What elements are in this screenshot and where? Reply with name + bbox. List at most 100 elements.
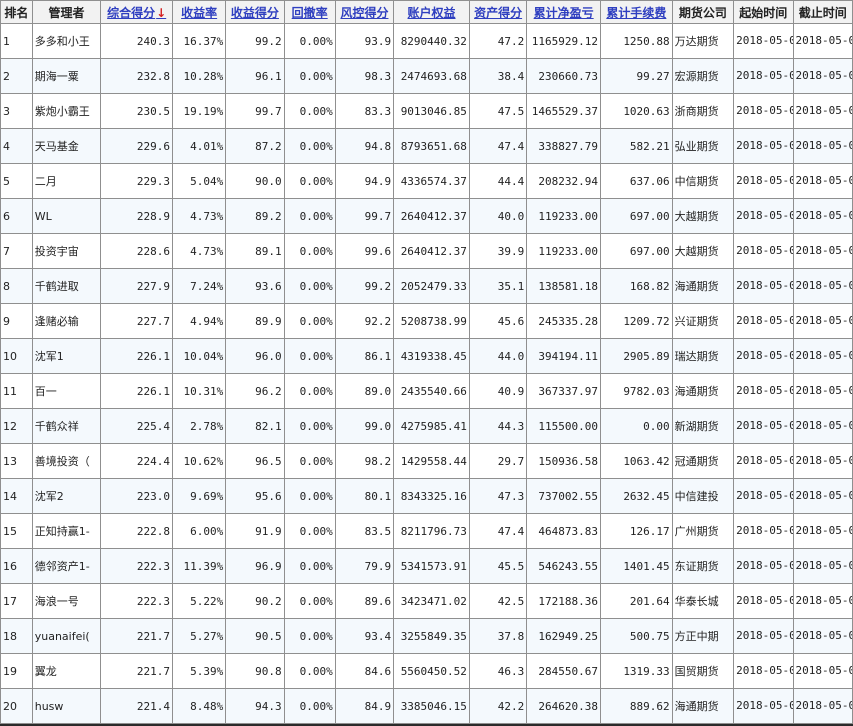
header-equity-sort[interactable]: 账户权益 — [394, 1, 469, 23]
manager-link[interactable]: 投资宇宙 — [32, 234, 101, 268]
drawdown-rate: 0.00% — [284, 59, 335, 93]
start-date: 2018-05-01 — [734, 304, 793, 338]
return-rate: 9.69% — [173, 479, 226, 513]
drawdown-rate: 0.00% — [284, 164, 335, 198]
risk-score: 80.1 — [335, 479, 394, 513]
composite-score: 222.3 — [101, 584, 172, 618]
fees: 9782.03 — [601, 374, 672, 408]
rank-cell: 18 — [1, 619, 32, 653]
drawdown-rate: 0.00% — [284, 234, 335, 268]
account-equity: 5560450.52 — [394, 654, 469, 688]
drawdown-rate: 0.00% — [284, 304, 335, 338]
asset-score: 47.4 — [469, 129, 527, 163]
composite-score: 221.4 — [101, 689, 172, 723]
manager-link[interactable]: 多多和小王 — [32, 24, 101, 58]
drawdown-rate: 0.00% — [284, 339, 335, 373]
return-rate: 10.62% — [173, 444, 226, 478]
drawdown-rate: 0.00% — [284, 444, 335, 478]
manager-link[interactable]: 千鹤进取 — [32, 269, 101, 303]
manager-link[interactable]: 逢赌必输 — [32, 304, 101, 338]
return-rate: 10.04% — [173, 339, 226, 373]
risk-score: 79.9 — [335, 549, 394, 583]
end-date: 2018-05-03 — [793, 304, 852, 338]
table-row: 6 WL 228.9 4.73% 89.2 0.00% 99.7 2640412.37 40.0… — [1, 199, 852, 233]
asset-score: 47.2 — [469, 24, 527, 58]
header-company: 期货公司 — [672, 1, 734, 23]
manager-link[interactable]: 海浪一号 — [32, 584, 101, 618]
futures-company: 大越期货 — [672, 199, 734, 233]
manager-link[interactable]: 紫炮小霸王 — [32, 94, 101, 128]
header-fees-sort[interactable]: 累计手续费 — [601, 1, 672, 23]
account-equity: 8793651.68 — [394, 129, 469, 163]
rank-cell: 14 — [1, 479, 32, 513]
header-return-score-sort[interactable]: 收益得分 — [226, 1, 284, 23]
composite-score: 221.7 — [101, 619, 172, 653]
return-score: 89.2 — [226, 199, 284, 233]
end-date: 2018-05-03 — [793, 514, 852, 548]
table-row: 13 善境投资（ 224.4 10.62% 96.5 0.00% 98.2 1429558.4… — [1, 444, 852, 478]
manager-link[interactable]: yuanaifei( — [32, 619, 101, 653]
header-composite-sort[interactable]: 综合得分↓ — [101, 1, 172, 23]
end-date: 2018-05-03 — [793, 24, 852, 58]
asset-score: 47.3 — [469, 479, 527, 513]
futures-company: 海通期货 — [672, 689, 734, 723]
asset-score: 44.4 — [469, 164, 527, 198]
manager-link[interactable]: 沈军1 — [32, 339, 101, 373]
header-return-rate-sort[interactable]: 收益率 — [173, 1, 226, 23]
start-date: 2018-05-01 — [734, 339, 793, 373]
manager-link[interactable]: 善境投资（ — [32, 444, 101, 478]
header-net-profit-sort[interactable]: 累计净盈亏 — [527, 1, 600, 23]
end-date: 2018-05-03 — [793, 129, 852, 163]
table-row: 9 逢赌必输 227.7 4.94% 89.9 0.00% 92.2 5208738.99 45… — [1, 304, 852, 338]
return-rate: 5.22% — [173, 584, 226, 618]
risk-score: 99.7 — [335, 199, 394, 233]
manager-link[interactable]: WL — [32, 199, 101, 233]
risk-score: 84.6 — [335, 654, 394, 688]
net-profit: 138581.18 — [527, 269, 600, 303]
drawdown-rate: 0.00% — [284, 94, 335, 128]
net-profit: 464873.83 — [527, 514, 600, 548]
start-date: 2018-05-01 — [734, 479, 793, 513]
manager-link[interactable]: 百一 — [32, 374, 101, 408]
manager-link[interactable]: 沈军2 — [32, 479, 101, 513]
account-equity: 4275985.41 — [394, 409, 469, 443]
manager-link[interactable]: 千鹤众祥 — [32, 409, 101, 443]
composite-score: 228.6 — [101, 234, 172, 268]
risk-score: 83.3 — [335, 94, 394, 128]
return-score: 99.2 — [226, 24, 284, 58]
manager-link[interactable]: 期海一粟 — [32, 59, 101, 93]
rank-cell: 10 — [1, 339, 32, 373]
manager-link[interactable]: husw — [32, 689, 101, 723]
manager-link[interactable]: 翼龙 — [32, 654, 101, 688]
drawdown-rate: 0.00% — [284, 199, 335, 233]
start-date: 2018-05-01 — [734, 129, 793, 163]
manager-link[interactable]: 天马基金 — [32, 129, 101, 163]
fees: 2632.45 — [601, 479, 672, 513]
account-equity: 4336574.37 — [394, 164, 469, 198]
manager-link[interactable]: 正知持赢1- — [32, 514, 101, 548]
end-date: 2018-05-03 — [793, 549, 852, 583]
futures-company: 冠通期货 — [672, 444, 734, 478]
futures-company: 华泰长城 — [672, 584, 734, 618]
futures-company: 广州期货 — [672, 514, 734, 548]
risk-score: 84.9 — [335, 689, 394, 723]
net-profit: 162949.25 — [527, 619, 600, 653]
net-profit: 245335.28 — [527, 304, 600, 338]
manager-link[interactable]: 德邻资产1- — [32, 549, 101, 583]
return-score: 93.6 — [226, 269, 284, 303]
asset-score: 38.4 — [469, 59, 527, 93]
futures-company: 中信建投 — [672, 479, 734, 513]
manager-link[interactable]: 二月 — [32, 164, 101, 198]
header-risk-score-sort[interactable]: 风控得分 — [335, 1, 394, 23]
header-drawdown-sort[interactable]: 回撤率 — [284, 1, 335, 23]
risk-score: 89.0 — [335, 374, 394, 408]
table-row: 18 yuanaifei(221.7 5.27% 90.5 0.00% 93.4 32558… — [1, 619, 852, 653]
fees: 889.62 — [601, 689, 672, 723]
account-equity: 5341573.91 — [394, 549, 469, 583]
end-date: 2018-05-03 — [793, 94, 852, 128]
header-asset-score-sort[interactable]: 资产得分 — [469, 1, 527, 23]
drawdown-rate: 0.00% — [284, 409, 335, 443]
return-score: 99.7 — [226, 94, 284, 128]
fees: 1319.33 — [601, 654, 672, 688]
table-row: 4 天马基金 229.6 4.01% 87.2 0.00% 94.8 8793651.68 47… — [1, 129, 852, 163]
